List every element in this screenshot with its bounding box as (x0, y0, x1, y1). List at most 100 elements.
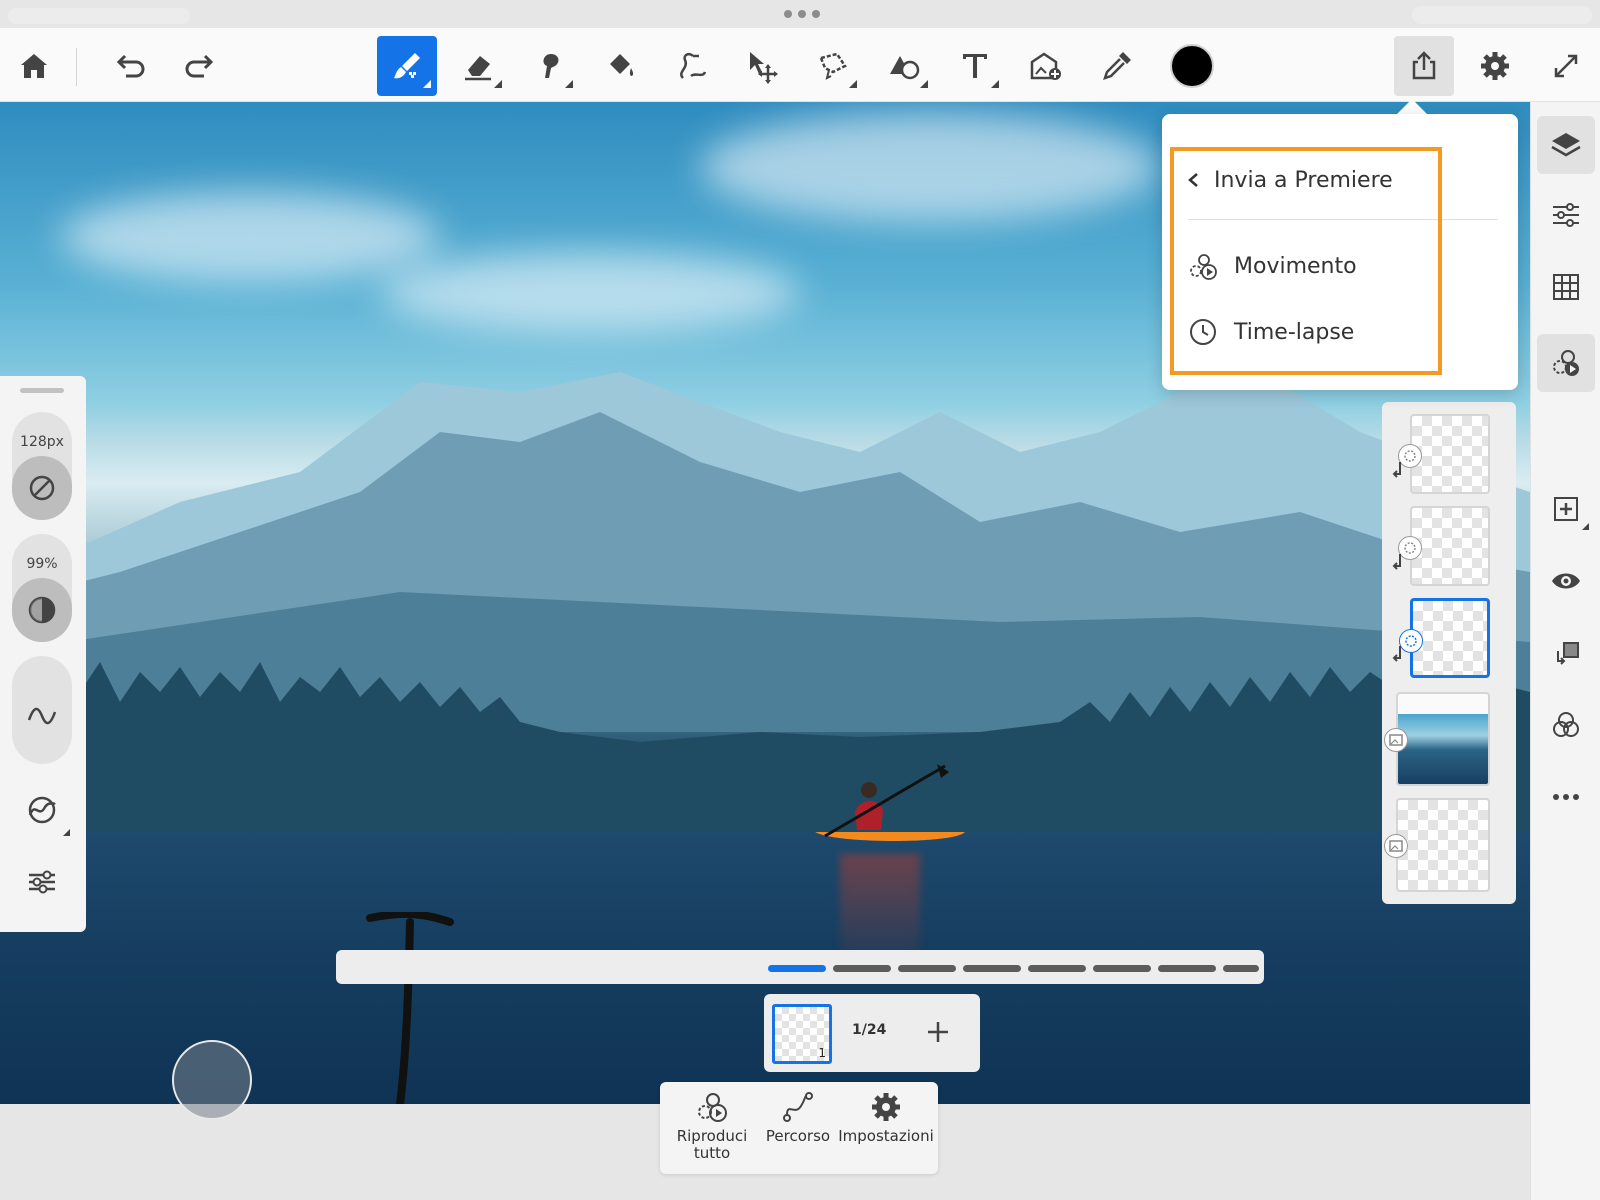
current-frame-thumbnail[interactable]: 1 (772, 1004, 832, 1064)
fill-icon (610, 54, 634, 76)
right-panel-rail (1530, 102, 1600, 1200)
blend-mode-icon (1553, 712, 1579, 737)
brush-size-slider[interactable]: 128px (12, 412, 72, 520)
share-button[interactable] (1394, 36, 1454, 96)
tool-options-indicator (494, 80, 502, 88)
fullscreen-button[interactable] (1536, 36, 1596, 96)
motion-action-bar: Riproduci tutto Percorso Impostazioni (660, 1082, 938, 1174)
opacity-knob[interactable] (12, 578, 72, 642)
clipping-mask-icon (1557, 642, 1579, 665)
layer-thumbnail-selected[interactable] (1399, 598, 1490, 678)
transform-icon (750, 52, 778, 84)
gear-icon (872, 1093, 900, 1121)
rail-drag-handle[interactable] (20, 388, 64, 393)
add-image-icon (1030, 52, 1061, 80)
layer-visibility-button[interactable] (1537, 552, 1595, 610)
timeline-segment[interactable] (1028, 965, 1086, 972)
motion-button[interactable] (1537, 334, 1595, 392)
home-icon (21, 54, 47, 78)
blend-mode-button[interactable] (1537, 696, 1595, 754)
path-icon (783, 1092, 813, 1122)
ellipsis-icon (1553, 794, 1579, 800)
layer-thumbnail[interactable] (1398, 414, 1490, 494)
brush-icon (394, 53, 420, 79)
brush-tool-button[interactable] (377, 36, 437, 96)
undo-button[interactable] (100, 36, 160, 96)
frame-selector: 1 1/24 (764, 994, 980, 1072)
tool-options-indicator (423, 80, 431, 88)
brush-size-knob[interactable] (12, 456, 72, 520)
smoothing-slider[interactable]: 10% (12, 656, 72, 764)
brush-settings-button[interactable] (20, 860, 64, 904)
forest-treeline (0, 662, 1530, 832)
status-bar-right (1412, 6, 1592, 24)
motion-settings-button[interactable]: Impostazioni (838, 1090, 934, 1170)
transform-tool-button[interactable] (732, 36, 792, 96)
add-layer-icon (1554, 497, 1578, 521)
brush-size-value: 128px (20, 434, 64, 450)
smudge-tool-button[interactable] (519, 36, 579, 96)
smudge-icon (543, 54, 559, 78)
lasso-tool-button[interactable] (803, 36, 863, 96)
touch-shortcut-button[interactable] (172, 1040, 252, 1120)
path-label: Percorso (765, 1127, 831, 1145)
timeline-segment-current[interactable] (768, 965, 826, 972)
clip-to-below-button[interactable] (1537, 624, 1595, 682)
layer-thumbnail[interactable] (1398, 506, 1490, 586)
shapes-tool-button[interactable] (874, 36, 934, 96)
eyedropper-icon (1103, 52, 1131, 80)
undo-icon (116, 54, 145, 78)
motion-timeline[interactable] (336, 950, 1264, 984)
motion-play-icon (698, 1093, 727, 1122)
more-options-button[interactable] (1537, 768, 1595, 826)
clip-arrow-icon (1392, 462, 1401, 478)
layer-thumbnail-photo[interactable] (1384, 692, 1490, 786)
timeline-segment[interactable] (833, 965, 891, 972)
add-layer-button[interactable] (1537, 480, 1595, 538)
add-image-button[interactable] (1016, 36, 1076, 96)
home-button[interactable] (4, 36, 64, 96)
timeline-segment[interactable] (1093, 965, 1151, 972)
timeline-segment[interactable] (963, 965, 1021, 972)
top-toolbar (0, 28, 1600, 102)
plus-icon (928, 1022, 948, 1042)
add-frame-button[interactable] (916, 1010, 960, 1054)
color-picker-swatch[interactable] (1170, 44, 1214, 88)
image-layer-badge (1384, 728, 1408, 752)
smoothing-knob[interactable] (12, 676, 72, 756)
eyedropper-tool-button[interactable] (1087, 36, 1147, 96)
fill-tool-button[interactable] (590, 36, 650, 96)
timeline-segment[interactable] (1158, 965, 1216, 972)
tool-options-indicator (565, 80, 573, 88)
redo-icon (185, 54, 214, 78)
grid-button[interactable] (1537, 258, 1595, 316)
timeline-segment[interactable] (1223, 965, 1259, 972)
layers-icon (1551, 133, 1581, 157)
path-button[interactable]: Percorso (750, 1090, 846, 1170)
multitask-grabber[interactable] (784, 10, 820, 20)
motion-icon (1553, 350, 1579, 376)
redo-button[interactable] (170, 36, 230, 96)
clip-arrow-icon (1392, 646, 1401, 662)
tool-options-indicator (1582, 523, 1589, 530)
shapes-icon (890, 56, 920, 80)
brush-size-icon (29, 475, 55, 501)
image-layer-badge (1384, 834, 1408, 858)
tool-options-indicator (920, 80, 928, 88)
liquify-icon (680, 52, 707, 79)
eraser-tool-button[interactable] (448, 36, 508, 96)
tool-options-indicator (63, 829, 70, 836)
brush-stroke-mark (366, 912, 454, 1104)
layers-button[interactable] (1537, 116, 1595, 174)
layer-properties-button[interactable] (1537, 186, 1595, 244)
lasso-icon (819, 52, 847, 80)
liquify-tool-button[interactable] (661, 36, 721, 96)
timeline-segment[interactable] (898, 965, 956, 972)
opacity-slider[interactable]: 99% (12, 534, 72, 642)
text-tool-button[interactable] (945, 36, 1005, 96)
pressure-dynamics-button[interactable] (20, 788, 70, 836)
layer-thumbnail-background[interactable] (1384, 798, 1490, 892)
pressure-icon (28, 796, 56, 824)
play-all-button[interactable]: Riproduci tutto (664, 1090, 760, 1170)
settings-button[interactable] (1465, 36, 1525, 96)
